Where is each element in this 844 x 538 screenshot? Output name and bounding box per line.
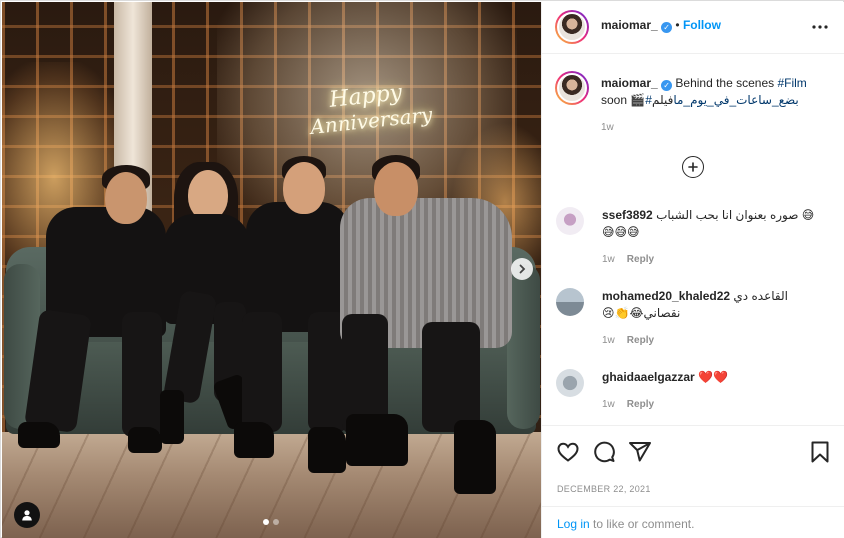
save-button[interactable] bbox=[808, 440, 832, 464]
post-header: maiomar_ ✓ • Follow bbox=[542, 2, 844, 54]
carousel-dot-active bbox=[263, 519, 269, 525]
login-prompt: Log in to like or comment. bbox=[542, 506, 844, 538]
comment-time: 1w bbox=[602, 399, 615, 410]
load-more-comments-button[interactable] bbox=[682, 156, 704, 178]
comment-username[interactable]: ghaidaaelgazzar bbox=[602, 370, 695, 384]
comment-text: القاعده دي bbox=[733, 289, 788, 303]
separator: • bbox=[675, 18, 680, 32]
comment-icon bbox=[594, 441, 615, 463]
hashtag-link[interactable]: #Film bbox=[777, 76, 806, 90]
action-bar bbox=[542, 425, 844, 479]
login-text: to like or comment. bbox=[589, 517, 695, 531]
reply-button[interactable]: Reply bbox=[627, 335, 654, 346]
caption-username[interactable]: maiomar_ bbox=[601, 76, 658, 90]
carousel-dots bbox=[263, 519, 279, 525]
commenter-avatar[interactable] bbox=[556, 207, 584, 235]
user-tag-icon bbox=[22, 510, 32, 521]
more-horizontal-icon bbox=[812, 25, 828, 29]
caption: maiomar_ ✓ Behind the scenes #Film soon … bbox=[601, 75, 833, 109]
caption-text-line2: soon 🎬 bbox=[601, 93, 646, 107]
login-link[interactable]: Log in bbox=[557, 517, 590, 531]
avatar[interactable] bbox=[555, 10, 589, 44]
caption-text-arabic: فيلم bbox=[651, 93, 674, 107]
comment-text: ❤️❤️ bbox=[698, 370, 728, 384]
post-photo[interactable]: Happy Anniversary bbox=[2, 2, 541, 538]
post-date: DECEMBER 22, 2021 bbox=[557, 484, 651, 494]
plus-circle-icon bbox=[688, 162, 698, 172]
more-options-button[interactable] bbox=[809, 16, 831, 38]
commenter-avatar[interactable] bbox=[556, 369, 584, 397]
tagged-users-button[interactable] bbox=[14, 502, 40, 528]
post-frame: Happy Anniversary maiomar_ ✓ • Follow ma… bbox=[0, 0, 844, 538]
comment-text: 😅😅😅 bbox=[602, 225, 640, 239]
caption-avatar[interactable] bbox=[555, 71, 589, 105]
chevron-right-icon bbox=[519, 264, 526, 274]
carousel-dot bbox=[273, 519, 279, 525]
comment-text: صوره بعنوان انا بحب الشباب 😅 bbox=[656, 208, 815, 222]
bookmark-icon bbox=[811, 441, 829, 463]
like-button[interactable] bbox=[556, 440, 580, 464]
comment-button[interactable] bbox=[592, 440, 616, 464]
caption-text: Behind the scenes bbox=[675, 76, 778, 90]
verified-badge-icon: ✓ bbox=[661, 22, 673, 33]
next-photo-button[interactable] bbox=[511, 258, 533, 280]
post-side-panel: maiomar_ ✓ • Follow maiomar_ ✓ Behind th… bbox=[541, 2, 844, 538]
comment-text: 😢👏😂نقصاني bbox=[602, 306, 681, 320]
reply-button[interactable]: Reply bbox=[627, 399, 654, 410]
follow-button[interactable]: Follow bbox=[683, 18, 721, 32]
verified-badge-icon: ✓ bbox=[661, 80, 673, 91]
share-icon bbox=[629, 442, 651, 462]
caption-time: 1w bbox=[601, 122, 614, 133]
heart-icon bbox=[557, 442, 579, 462]
comment-username[interactable]: mohamed20_khaled22 bbox=[602, 289, 730, 303]
comment-username[interactable]: ssef3892 bbox=[602, 208, 653, 222]
comment-time: 1w bbox=[602, 335, 615, 346]
share-button[interactable] bbox=[628, 440, 652, 464]
comment-time: 1w bbox=[602, 254, 615, 265]
header-username[interactable]: maiomar_ bbox=[601, 18, 658, 32]
reply-button[interactable]: Reply bbox=[627, 254, 654, 265]
commenter-avatar[interactable] bbox=[556, 288, 584, 316]
